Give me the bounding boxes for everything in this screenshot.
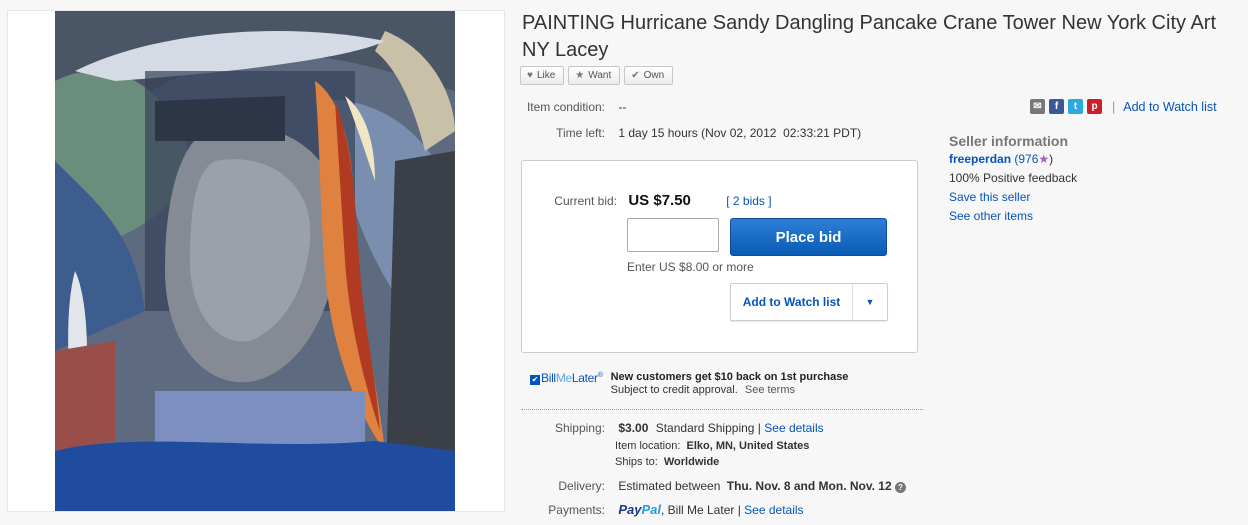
time-left-value: 1 day 15 hours (Nov 02, 2012 02:33:21 PD… [618,126,862,140]
payments-methods: , Bill Me Later | [661,503,741,517]
seller-info-heading: Seller information [949,133,1069,149]
positive-feedback: 100% Positive feedback [949,171,1078,185]
social-actions: ♥ Like ★ Want ✔ Own [520,66,674,85]
see-terms-link[interactable]: See terms [745,384,795,396]
feedback-score-link[interactable]: (976 [1014,152,1038,166]
bml-subtext: Subject to credit approval. [610,384,738,396]
current-bid-label: Current bid: [554,194,617,208]
bill-me-later-logo: ✔ BillMeLater® [530,371,603,385]
delivery-prefix: Estimated between [618,479,721,493]
shipping-see-details-link[interactable]: See details [764,421,823,435]
pinterest-icon[interactable]: p [1087,99,1102,114]
check-icon: ✔ [631,70,640,81]
payments-label: Payments: [548,503,605,517]
bid-amount-input[interactable] [627,218,719,252]
separator: | [1112,99,1116,114]
current-bid-value: US $7.50 [628,192,691,209]
bid-hint: Enter US $8.00 or more [627,260,754,274]
ships-to-value: Worldwide [663,456,720,468]
time-left-label: Time left: [556,126,605,140]
item-image-panel[interactable] [7,10,505,512]
add-to-watch-list-button[interactable]: Add to Watch list ▼ [730,283,888,321]
item-location-row: Item location: Elko, MN, United States [615,440,809,452]
payments-row: Payments: PayPal, Bill Me Later | See de… [520,502,803,517]
email-icon[interactable]: ✉ [1030,99,1045,114]
star-icon: ★ [1038,152,1050,166]
checkbox-icon: ✔ [530,375,540,385]
see-other-items-link[interactable]: See other items [949,207,1077,226]
shipping-row: Shipping: $3.00 Standard Shipping | See … [520,421,824,435]
like-button[interactable]: ♥ Like [520,66,565,85]
shipping-cost: $3.00 [618,421,649,435]
seller-info-panel: Seller information freeperdan (976★) 100… [949,133,1077,226]
item-location-label: Item location: [615,440,681,452]
delivery-row: Delivery: Estimated between Thu. Nov. 8 … [520,479,906,493]
item-location-value: Elko, MN, United States [686,440,810,452]
twitter-icon[interactable]: t [1068,99,1083,114]
ships-to-label: Ships to: [615,456,658,468]
place-bid-button[interactable]: Place bid [730,218,887,256]
bill-me-later-promo: ✔ BillMeLater® New customers get $10 back… [530,371,848,396]
want-button[interactable]: ★ Want [568,66,621,85]
add-to-watch-list-link[interactable]: Add to Watch list [1123,100,1216,114]
seller-name-link[interactable]: freeperdan [949,152,1011,166]
facebook-icon[interactable]: f [1049,99,1064,114]
shipping-label: Shipping: [554,421,605,435]
star-icon: ★ [575,70,585,81]
own-button[interactable]: ✔ Own [624,66,674,85]
item-condition-value: -- [618,100,627,114]
payments-see-details-link[interactable]: See details [744,503,803,517]
watch-button-label[interactable]: Add to Watch list [731,284,853,320]
bid-box: Current bid: US $7.50 [ 2 bids ] Place b… [521,160,918,353]
item-condition-row: Item condition: -- [520,100,626,114]
paypal-logo: PayPal [618,502,661,517]
heart-icon: ♥ [527,70,533,81]
save-seller-link[interactable]: Save this seller [949,188,1077,207]
help-icon[interactable]: ? [895,482,906,493]
delivery-range: Thu. Nov. 8 and Mon. Nov. 12 [726,479,892,493]
item-photo[interactable] [55,11,455,511]
delivery-label: Delivery: [558,479,605,493]
shipping-method: Standard Shipping | [655,421,761,435]
time-left-row: Time left: 1 day 15 hours (Nov 02, 2012 … [520,126,861,140]
divider [521,409,923,410]
ships-to-row: Ships to: Worldwide [615,456,719,468]
share-bar: ✉ f t p | Add to Watch list [1030,99,1217,114]
bml-headline: New customers get $10 back on 1st purcha… [610,371,849,383]
current-bid-row: Current bid: US $7.50 [ 2 bids ] [522,192,902,209]
bids-count-link[interactable]: [ 2 bids ] [726,194,771,208]
item-condition-label: Item condition: [526,100,605,114]
listing-title: PAINTING Hurricane Sandy Dangling Pancak… [522,12,1217,61]
chevron-down-icon[interactable]: ▼ [853,284,887,320]
